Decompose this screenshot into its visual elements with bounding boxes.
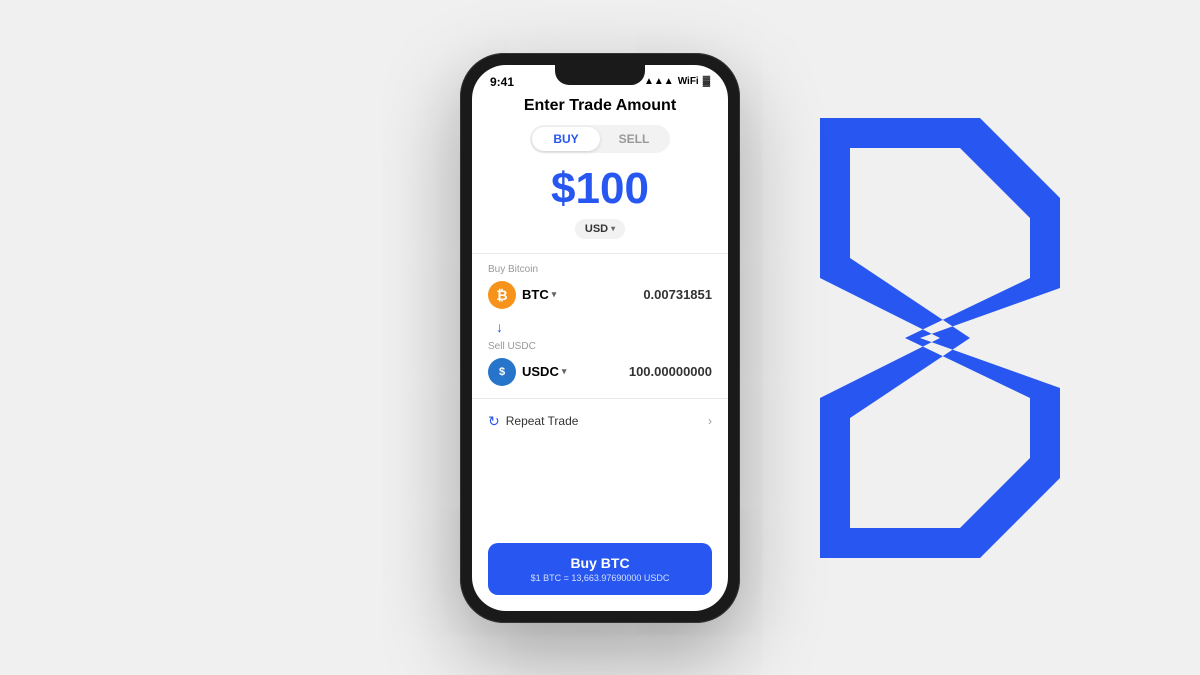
- btc-icon: ₿: [488, 281, 516, 309]
- btc-chevron-icon: ▾: [552, 289, 557, 300]
- buy-section-label: Buy Bitcoin: [488, 264, 712, 275]
- signal-icon: ▲▲▲: [644, 76, 674, 87]
- battery-icon: ▓: [703, 76, 710, 87]
- buy-button-label: Buy BTC: [500, 555, 700, 571]
- swap-arrow-icon[interactable]: ↓: [488, 319, 712, 335]
- divider-2: [472, 398, 728, 399]
- currency-selector[interactable]: USD ▾: [488, 219, 712, 239]
- trade-amount: $100: [488, 167, 712, 211]
- background-chevron: [740, 88, 1080, 588]
- status-icons: ▲▲▲ WiFi ▓: [644, 76, 710, 87]
- buy-button[interactable]: Buy BTC $1 BTC = 13,663.97690000 USDC: [488, 543, 712, 595]
- phone-body: 9:41 ▲▲▲ WiFi ▓ Enter Trade Amount BUY S…: [460, 53, 740, 623]
- usdc-left[interactable]: $ USDC ▾: [488, 358, 566, 386]
- buy-button-sub-label: $1 BTC = 13,663.97690000 USDC: [500, 573, 700, 583]
- usdc-icon: $: [488, 358, 516, 386]
- btc-row: ₿ BTC ▾ 0.00731851: [488, 281, 712, 309]
- repeat-trade-left: ↻ Repeat Trade: [488, 413, 578, 430]
- sell-section-label: Sell USDC: [488, 341, 712, 352]
- currency-pill[interactable]: USD ▾: [575, 219, 625, 239]
- currency-chevron-icon: ▾: [611, 224, 615, 233]
- phone-notch: [555, 65, 645, 85]
- usdc-chevron-icon: ▾: [562, 366, 567, 377]
- repeat-chevron-icon: ›: [708, 414, 712, 428]
- usdc-amount: 100.00000000: [629, 364, 712, 379]
- repeat-trade-label: Repeat Trade: [506, 414, 579, 428]
- trade-title: Enter Trade Amount: [488, 97, 712, 115]
- status-time: 9:41: [490, 75, 514, 89]
- buy-tab[interactable]: BUY: [532, 127, 600, 151]
- btc-amount: 0.00731851: [643, 287, 712, 302]
- divider-1: [472, 253, 728, 254]
- btc-left[interactable]: ₿ BTC ▾: [488, 281, 556, 309]
- screen-content: Enter Trade Amount BUY SELL $100 USD ▾: [472, 93, 728, 611]
- sell-usdc-section: Sell USDC $ USDC ▾ 100.00000000: [488, 341, 712, 386]
- repeat-trade-row[interactable]: ↻ Repeat Trade ›: [488, 407, 712, 436]
- currency-label: USD: [585, 223, 608, 235]
- usdc-row: $ USDC ▾ 100.00000000: [488, 358, 712, 386]
- repeat-icon: ↻: [488, 413, 500, 430]
- buy-sell-toggle[interactable]: BUY SELL: [530, 125, 670, 153]
- btc-symbol[interactable]: BTC ▾: [522, 287, 556, 302]
- buy-bitcoin-section: Buy Bitcoin ₿ BTC ▾ 0.00731851: [488, 264, 712, 309]
- sell-tab[interactable]: SELL: [600, 127, 668, 151]
- usdc-symbol[interactable]: USDC ▾: [522, 364, 566, 379]
- wifi-icon: WiFi: [678, 76, 699, 87]
- phone-screen: 9:41 ▲▲▲ WiFi ▓ Enter Trade Amount BUY S…: [472, 65, 728, 611]
- phone-mockup: 9:41 ▲▲▲ WiFi ▓ Enter Trade Amount BUY S…: [460, 53, 740, 623]
